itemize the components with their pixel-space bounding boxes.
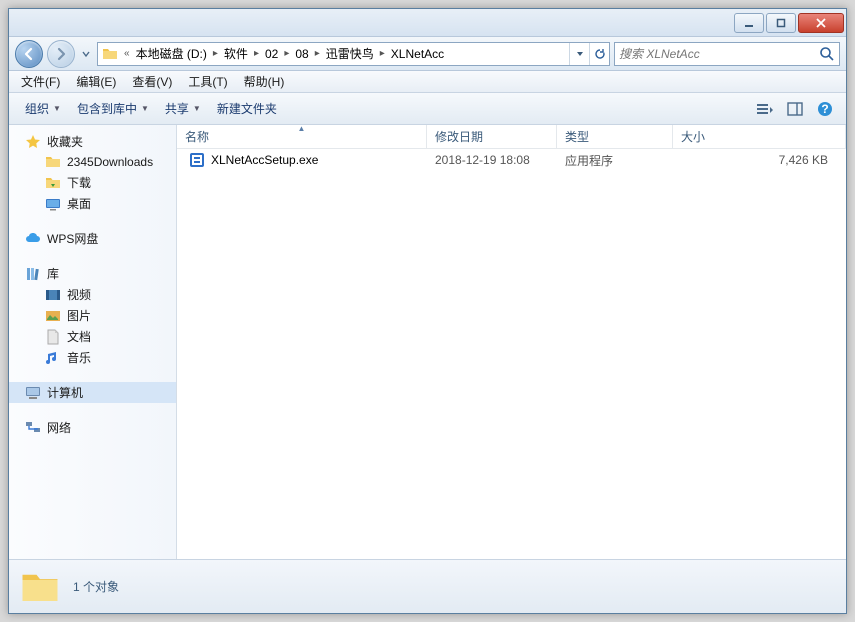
sort-ascending-icon: ▲: [298, 125, 306, 133]
forward-button[interactable]: [47, 40, 75, 68]
folder-download-icon: [45, 175, 61, 191]
toolbar: 组织▼ 包含到库中▼ 共享▼ 新建文件夹 ?: [9, 93, 846, 125]
body: 收藏夹 2345Downloads 下载 桌面: [9, 125, 846, 559]
wps-header[interactable]: WPS网盘: [9, 228, 176, 249]
file-pane: 名称 ▲ 修改日期 类型 大小 XLNetAccSetup.exe 2018-1…: [177, 125, 846, 559]
item-count: 1 个对象: [73, 578, 119, 595]
breadcrumb-item[interactable]: 08: [291, 43, 312, 65]
nav-label: WPS网盘: [47, 230, 98, 247]
share-button[interactable]: 共享▼: [157, 96, 209, 121]
menu-tools[interactable]: 工具(T): [180, 71, 235, 92]
address-dropdown[interactable]: [569, 43, 589, 65]
sidebar-item-music[interactable]: 音乐: [9, 347, 176, 368]
chevron-right-icon[interactable]: ▸: [313, 48, 322, 59]
column-name[interactable]: 名称 ▲: [177, 125, 427, 148]
column-date[interactable]: 修改日期: [427, 125, 557, 148]
titlebar[interactable]: [9, 9, 846, 37]
computer-icon: [25, 385, 41, 401]
close-button[interactable]: [798, 13, 844, 33]
chevron-right-icon[interactable]: ▸: [252, 48, 261, 59]
network-icon: [25, 420, 41, 436]
menu-help[interactable]: 帮助(H): [236, 71, 293, 92]
star-icon: [25, 134, 41, 150]
nav-label: 下载: [67, 174, 91, 191]
nav-label: 音乐: [67, 349, 91, 366]
music-icon: [45, 350, 61, 366]
sidebar-item-videos[interactable]: 视频: [9, 284, 176, 305]
maximize-button[interactable]: [766, 13, 796, 33]
document-icon: [45, 329, 61, 345]
nav-label: 收藏夹: [47, 133, 83, 150]
breadcrumb-item[interactable]: XLNetAcc: [387, 43, 448, 65]
chevron-right-icon[interactable]: ▸: [211, 48, 220, 59]
nav-label: 计算机: [47, 384, 83, 401]
include-in-library-button[interactable]: 包含到库中▼: [69, 96, 157, 121]
details-pane: 1 个对象: [9, 559, 846, 613]
menu-edit[interactable]: 编辑(E): [68, 71, 124, 92]
nav-label: 图片: [67, 307, 91, 324]
network-header[interactable]: 网络: [9, 417, 176, 438]
breadcrumb-item[interactable]: 软件: [220, 43, 252, 65]
file-type: 应用程序: [557, 152, 673, 169]
picture-icon: [45, 308, 61, 324]
chevron-right-icon[interactable]: ▸: [282, 48, 291, 59]
nav-label: 文档: [67, 328, 91, 345]
navigation-pane[interactable]: 收藏夹 2345Downloads 下载 桌面: [9, 125, 177, 559]
nav-history-dropdown[interactable]: [79, 42, 93, 66]
breadcrumb-prefix[interactable]: «: [122, 48, 132, 59]
file-name: XLNetAccSetup.exe: [211, 153, 318, 167]
libraries-icon: [25, 266, 41, 282]
column-type[interactable]: 类型: [557, 125, 673, 148]
breadcrumb-item[interactable]: 迅雷快鸟: [322, 43, 378, 65]
menu-file[interactable]: 文件(F): [13, 71, 68, 92]
sidebar-item-desktop[interactable]: 桌面: [9, 193, 176, 214]
breadcrumb-item[interactable]: 本地磁盘 (D:): [132, 43, 211, 65]
explorer-window: « 本地磁盘 (D:)▸ 软件▸ 02▸ 08▸ 迅雷快鸟▸ XLNetAcc …: [8, 8, 847, 614]
preview-pane-button[interactable]: [782, 98, 808, 120]
search-box[interactable]: [614, 42, 840, 66]
new-folder-button[interactable]: 新建文件夹: [209, 96, 285, 121]
breadcrumbs: « 本地磁盘 (D:)▸ 软件▸ 02▸ 08▸ 迅雷快鸟▸ XLNetAcc: [122, 43, 448, 65]
organize-button[interactable]: 组织▼: [17, 96, 69, 121]
file-row[interactable]: XLNetAccSetup.exe 2018-12-19 18:08 应用程序 …: [177, 149, 846, 171]
help-button[interactable]: ?: [812, 98, 838, 120]
nav-label: 2345Downloads: [67, 155, 153, 169]
column-headers: 名称 ▲ 修改日期 类型 大小: [177, 125, 846, 149]
search-icon[interactable]: [819, 46, 835, 62]
video-icon: [45, 287, 61, 303]
exe-icon: [189, 152, 205, 168]
svg-text:?: ?: [821, 102, 828, 116]
chevron-right-icon[interactable]: ▸: [378, 48, 387, 59]
sidebar-item-pictures[interactable]: 图片: [9, 305, 176, 326]
breadcrumb-item[interactable]: 02: [261, 43, 282, 65]
address-bar[interactable]: « 本地磁盘 (D:)▸ 软件▸ 02▸ 08▸ 迅雷快鸟▸ XLNetAcc: [97, 42, 610, 66]
desktop-icon: [45, 196, 61, 212]
file-date: 2018-12-19 18:08: [427, 153, 557, 167]
file-size: 7,426 KB: [673, 153, 846, 167]
column-size[interactable]: 大小: [673, 125, 846, 148]
sidebar-item-2345downloads[interactable]: 2345Downloads: [9, 152, 176, 172]
nav-label: 库: [47, 265, 59, 282]
nav-label: 视频: [67, 286, 91, 303]
refresh-button[interactable]: [589, 43, 609, 65]
address-row: « 本地磁盘 (D:)▸ 软件▸ 02▸ 08▸ 迅雷快鸟▸ XLNetAcc: [9, 37, 846, 71]
menubar: 文件(F) 编辑(E) 查看(V) 工具(T) 帮助(H): [9, 71, 846, 93]
menu-view[interactable]: 查看(V): [124, 71, 180, 92]
folder-large-icon: [19, 566, 61, 608]
view-options-button[interactable]: [752, 98, 778, 120]
sidebar-item-downloads[interactable]: 下载: [9, 172, 176, 193]
nav-label: 桌面: [67, 195, 91, 212]
back-button[interactable]: [15, 40, 43, 68]
nav-label: 网络: [47, 419, 71, 436]
computer-header[interactable]: 计算机: [9, 382, 176, 403]
minimize-button[interactable]: [734, 13, 764, 33]
search-input[interactable]: [619, 47, 819, 61]
cloud-icon: [25, 231, 41, 247]
favorites-header[interactable]: 收藏夹: [9, 131, 176, 152]
folder-icon: [45, 154, 61, 170]
sidebar-item-documents[interactable]: 文档: [9, 326, 176, 347]
folder-icon: [102, 46, 118, 62]
libraries-header[interactable]: 库: [9, 263, 176, 284]
